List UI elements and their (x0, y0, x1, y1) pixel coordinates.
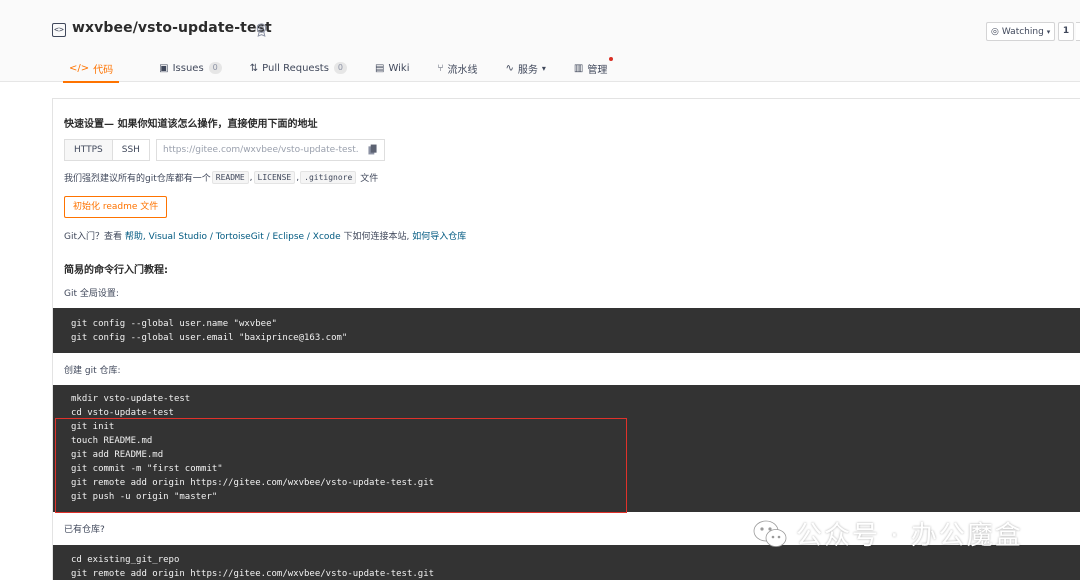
global-settings-code: git config --global user.name "wxvbee" g… (53, 308, 1080, 353)
help-link[interactable]: 帮助 (125, 232, 143, 242)
protocol-switch: HTTPS SSH (64, 139, 150, 161)
git-intro-text: Git入门？查看 帮助, Visual Studio / TortoiseGit… (64, 229, 466, 242)
wechat-icon (753, 520, 787, 547)
clone-url-text: https://gitee.com/wxvbee/vsto-update-tes… (163, 145, 359, 155)
tab-service[interactable]: ∿ 服务 ▾ (491, 54, 559, 82)
chip-separator: , (296, 172, 300, 183)
existing-repo-label: 已有仓库? (64, 525, 105, 535)
manage-icon: ▥ (573, 62, 584, 74)
tab-label: Wiki (388, 62, 410, 74)
tab-issues[interactable]: ▣ Issues 0 (145, 54, 236, 82)
recommend-suffix: 文件 (360, 174, 379, 184)
gitignore-chip: .gitignore (300, 171, 357, 184)
git-intro-prefix: Git入门？查看 (64, 232, 123, 242)
wiki-icon: ▤ (375, 62, 385, 74)
issues-icon: ▣ (159, 62, 169, 74)
pull-request-icon: ⇅ (249, 62, 259, 74)
tools-links[interactable]: , Visual Studio / TortoiseGit / Eclipse … (143, 232, 341, 242)
watch-count[interactable]: 1 (1058, 22, 1074, 41)
recommend-text: 我们强烈建议所有的git仓库都有一个 README , LICENSE , .g… (64, 171, 378, 184)
badge-icon[interactable] (254, 22, 269, 37)
watermark-text: 公众号 · 办公魔盒 (796, 521, 1023, 551)
create-repo-label: 创建 git 仓库: (64, 366, 121, 376)
star-button[interactable] (1076, 22, 1080, 41)
tab-code[interactable]: </> 代码 (55, 54, 127, 83)
tutorial-title: 简易的命令行入门教程: (64, 265, 168, 276)
readme-chip: README (211, 171, 249, 184)
repo-title[interactable]: wxvbee/vsto-update-test (72, 20, 272, 36)
chip-separator: , (249, 172, 253, 183)
tab-wiki[interactable]: ▤ Wiki (361, 54, 423, 82)
chevron-down-icon: ▾ (541, 63, 546, 73)
watermark: 公众号 · 办公魔盒 (752, 515, 1023, 552)
clone-url-field[interactable]: https://gitee.com/wxvbee/vsto-update-tes… (156, 139, 385, 161)
notification-dot (609, 57, 614, 61)
repo-code-icon: <> (52, 23, 66, 37)
pipeline-icon: ⑂ (437, 62, 444, 74)
watch-button[interactable]: ◎ Watching ▾ (986, 22, 1056, 41)
tab-label: 代码 (93, 64, 114, 76)
eye-icon: ◎ (991, 26, 999, 37)
repo-header: <> wxvbee/vsto-update-test ◎ Watching ▾ … (0, 0, 1080, 83)
https-button[interactable]: HTTPS (64, 139, 113, 161)
recommend-prefix: 我们强烈建议所有的git仓库都有一个 (64, 174, 211, 184)
tab-label: Pull Requests (262, 62, 329, 74)
copy-icon[interactable] (368, 144, 377, 155)
repo-tabs: </> 代码 ▣ Issues 0 ⇅ Pull Requests 0 ▤ Wi… (55, 54, 621, 83)
pull-requests-count: 0 (333, 62, 348, 74)
git-intro-middle: 下如何连接本站, (343, 232, 410, 242)
tab-label: 流水线 (447, 64, 478, 76)
tab-pull-requests[interactable]: ⇅ Pull Requests 0 (236, 54, 361, 82)
chevron-down-icon: ▾ (1046, 27, 1051, 36)
tab-label: Issues (172, 62, 204, 74)
global-settings-label: Git 全局设置: (64, 289, 119, 299)
service-icon: ∿ (505, 62, 514, 74)
tab-label: 服务 (517, 64, 538, 76)
quick-setup-title: 快速设置— 如果你知道该怎么操作，直接使用下面的地址 (64, 119, 318, 130)
tab-manage[interactable]: ▥ 管理 (560, 54, 621, 82)
ssh-button[interactable]: SSH (112, 139, 150, 161)
watch-label: Watching (1001, 26, 1044, 37)
license-chip: LICENSE (253, 171, 296, 184)
create-repo-code: mkdir vsto-update-test cd vsto-update-te… (53, 385, 1080, 512)
import-repo-link[interactable]: 如何导入仓库 (412, 232, 466, 242)
tab-label: 管理 (587, 64, 608, 76)
quick-setup-panel: 快速设置— 如果你知道该怎么操作，直接使用下面的地址 HTTPS SSH htt… (52, 98, 1080, 580)
init-readme-button[interactable]: 初始化 readme 文件 (64, 196, 168, 218)
code-icon: </> (69, 62, 90, 74)
tab-pipeline[interactable]: ⑂ 流水线 (423, 54, 491, 82)
issues-count: 0 (208, 62, 222, 74)
